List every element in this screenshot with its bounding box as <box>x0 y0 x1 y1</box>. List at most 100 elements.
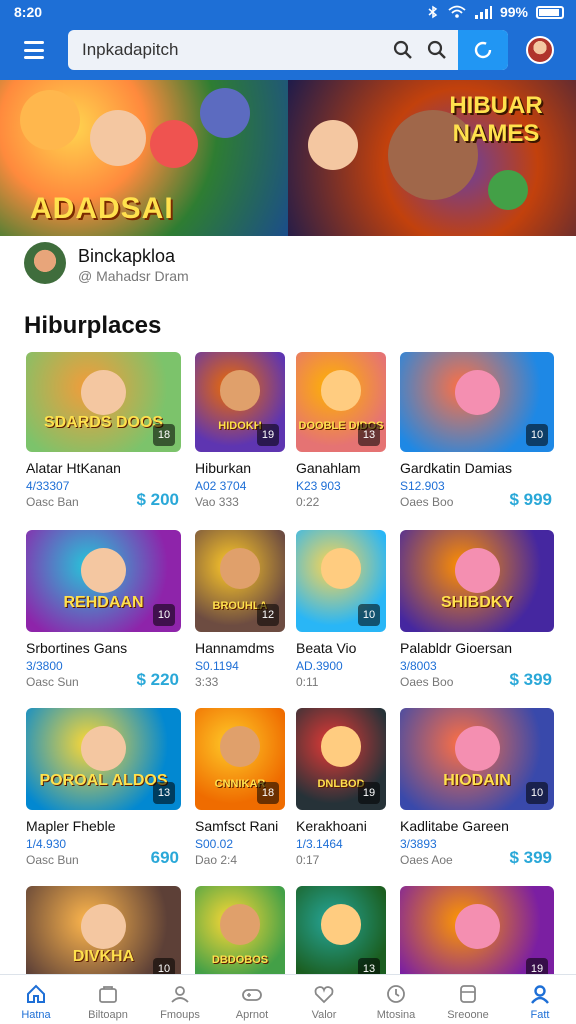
game-thumbnail[interactable]: 10 <box>296 530 386 632</box>
game-meta: AD.3900 <box>296 659 343 673</box>
game-title[interactable]: Kerakhoani <box>296 818 386 834</box>
game-meta-secondary: 0:22 <box>296 495 320 509</box>
game-thumbnail[interactable]: DBDOBOS <box>195 886 285 986</box>
game-title[interactable]: Hannamdms <box>195 640 285 656</box>
game-title[interactable]: Hiburkan <box>195 460 285 476</box>
character-art <box>488 170 528 210</box>
character-art <box>308 120 358 170</box>
battery-icon <box>536 5 564 19</box>
rating-badge: 10 <box>358 604 380 626</box>
game-meta-secondary: Vao 333 <box>195 495 239 509</box>
game-title[interactable]: Kadlitabe Gareen <box>400 818 554 834</box>
game-card[interactable]: REHDAAN 10 Srbortines Gans 3/3800 Oasc Sun $ … <box>26 530 181 689</box>
game-thumbnail[interactable]: 19 <box>400 886 554 986</box>
character-art <box>320 548 362 589</box>
game-card[interactable]: DIVKHA 10 <box>26 886 181 986</box>
rating-badge: 10 <box>526 782 548 804</box>
game-card[interactable]: POROAL ALDOS 13 Mapler Fheble 1/4.930 Oasc B… <box>26 708 181 867</box>
banner-right[interactable]: HIBUAR NAMES <box>288 80 576 236</box>
game-title[interactable]: Palabldr Gioersan <box>400 640 554 656</box>
nav-item[interactable]: Valor <box>288 975 360 1024</box>
game-meta-secondary: Dao 2:4 <box>195 853 238 867</box>
signal-icon <box>474 6 492 19</box>
game-thumbnail[interactable]: SDARDS DOOS 18 <box>26 352 181 452</box>
game-card[interactable]: BROUHLA 12 Hannamdms S0.1194 3:33 <box>195 530 285 689</box>
game-card[interactable]: HIDOKH 19 Hiburkan A02 3704 Vao 333 <box>195 352 285 509</box>
game-card[interactable]: HIODAIN 10 Kadlitabe Gareen 3/3893 Oaes Aoe $… <box>400 708 554 867</box>
menu-button[interactable] <box>18 36 50 64</box>
character-art <box>320 904 362 945</box>
rating-badge: 12 <box>257 604 279 626</box>
search-icon[interactable] <box>392 39 414 61</box>
nav-item[interactable]: Mtosina <box>360 975 432 1024</box>
nav-item[interactable]: Sreoone <box>432 975 504 1024</box>
wifi-icon <box>448 5 466 18</box>
menu-icon-bar <box>24 56 44 59</box>
status-bar: 8:20 99% <box>0 0 576 24</box>
game-thumbnail[interactable]: 10 <box>400 352 554 452</box>
nav-item[interactable]: Fatt <box>504 975 576 1024</box>
rating-badge: 13 <box>358 424 380 446</box>
game-thumbnail[interactable]: POROAL ALDOS 13 <box>26 708 181 810</box>
game-thumbnail[interactable]: DNLBOD 19 <box>296 708 386 810</box>
nav-item[interactable]: Biltoapn <box>72 975 144 1024</box>
character-art <box>219 726 261 767</box>
game-card[interactable]: SHIBDKY Palabldr Gioersan 3/8003 Oaes Boo $ … <box>400 530 554 689</box>
character-art <box>320 726 362 767</box>
game-card[interactable]: DOOBLE DIDOS 13 Ganahlam K23 903 0:22 <box>296 352 386 509</box>
game-card[interactable]: 10 Gardkatin Damias S12.903 Oaes Boo $ 999 <box>400 352 554 509</box>
game-price: 690 <box>150 848 179 867</box>
game-thumbnail[interactable]: 13 <box>296 886 386 986</box>
avatar[interactable] <box>526 36 554 64</box>
game-thumbnail[interactable]: CNNIKAR 18 <box>195 708 285 810</box>
nav-item[interactable]: Aprnot <box>216 975 288 1024</box>
rating-badge: 10 <box>526 424 548 446</box>
nav-item[interactable]: Fmoups <box>144 975 216 1024</box>
developer-row[interactable]: Binckapkloa @ Mahadsr Dram <box>24 242 544 288</box>
game-card[interactable]: DNLBOD 19 Kerakhoani 1/3.1464 0:17 <box>296 708 386 867</box>
game-thumbnail-text: SHIBDKY <box>440 594 513 611</box>
game-title[interactable]: Alatar HtKanan <box>26 460 181 476</box>
gamepad-icon <box>242 989 262 1001</box>
game-card[interactable]: 13 <box>296 886 386 986</box>
featured-banner[interactable]: ADADSAI HIBUAR NAMES <box>0 80 576 236</box>
game-thumbnail[interactable]: SHIBDKY <box>400 530 554 632</box>
game-thumbnail[interactable]: HIDOKH 19 <box>195 352 285 452</box>
game-card[interactable]: DBDOBOS <box>195 886 285 986</box>
nav-item-label: Hatna <box>21 1009 51 1021</box>
rating-badge: 10 <box>153 604 175 626</box>
character-art <box>454 904 500 949</box>
game-title[interactable]: Ganahlam <box>296 460 386 476</box>
game-thumbnail[interactable]: HIODAIN 10 <box>400 708 554 810</box>
game-thumbnail[interactable]: REHDAAN 10 <box>26 530 181 632</box>
game-thumbnail[interactable]: DOOBLE DIDOS 13 <box>296 352 386 452</box>
banner-left[interactable]: ADADSAI <box>0 80 288 236</box>
game-card[interactable]: 19 <box>400 886 554 986</box>
home-icon <box>27 984 45 1003</box>
game-title[interactable]: Samfsct Rani <box>195 818 285 834</box>
game-card[interactable]: 10 Beata Vio AD.3900 0:11 <box>296 530 386 689</box>
game-title[interactable]: Gardkatin Damias <box>400 460 554 476</box>
nav-item-label: Mtosina <box>376 1009 416 1021</box>
bottom-nav: Hatna Biltoapn Fmoups Aprnot Valor Mtosina Sre… <box>0 974 576 1024</box>
game-meta: A02 3704 <box>195 479 247 493</box>
game-title[interactable]: Mapler Fheble <box>26 818 181 834</box>
game-thumbnail[interactable]: BROUHLA 12 <box>195 530 285 632</box>
game-meta-secondary: 0:11 <box>296 675 319 689</box>
game-title[interactable]: Srbortines Gans <box>26 640 181 656</box>
banner-title: HIBUAR NAMES <box>449 92 543 147</box>
game-card[interactable]: SDARDS DOOS 18 Alatar HtKanan 4/33307 Oasc B… <box>26 352 181 509</box>
battery-percent: 99% <box>499 4 528 20</box>
game-title[interactable]: Beata Vio <box>296 640 386 656</box>
character-art <box>81 548 126 593</box>
game-card[interactable]: CNNIKAR 18 Samfsct Rani S00.02 Dao 2:4 <box>195 708 285 867</box>
search-icon[interactable] <box>426 39 448 61</box>
game-meta-secondary: 0:17 <box>296 853 320 867</box>
nav-item[interactable]: Hatna <box>0 975 72 1024</box>
search-input[interactable] <box>82 30 382 70</box>
nav-item-label: Sreoone <box>447 1009 489 1021</box>
game-meta: K23 903 <box>296 479 341 493</box>
game-thumbnail[interactable]: DIVKHA 10 <box>26 886 181 986</box>
search-go-button[interactable] <box>458 30 508 70</box>
store-icon <box>99 986 117 1003</box>
